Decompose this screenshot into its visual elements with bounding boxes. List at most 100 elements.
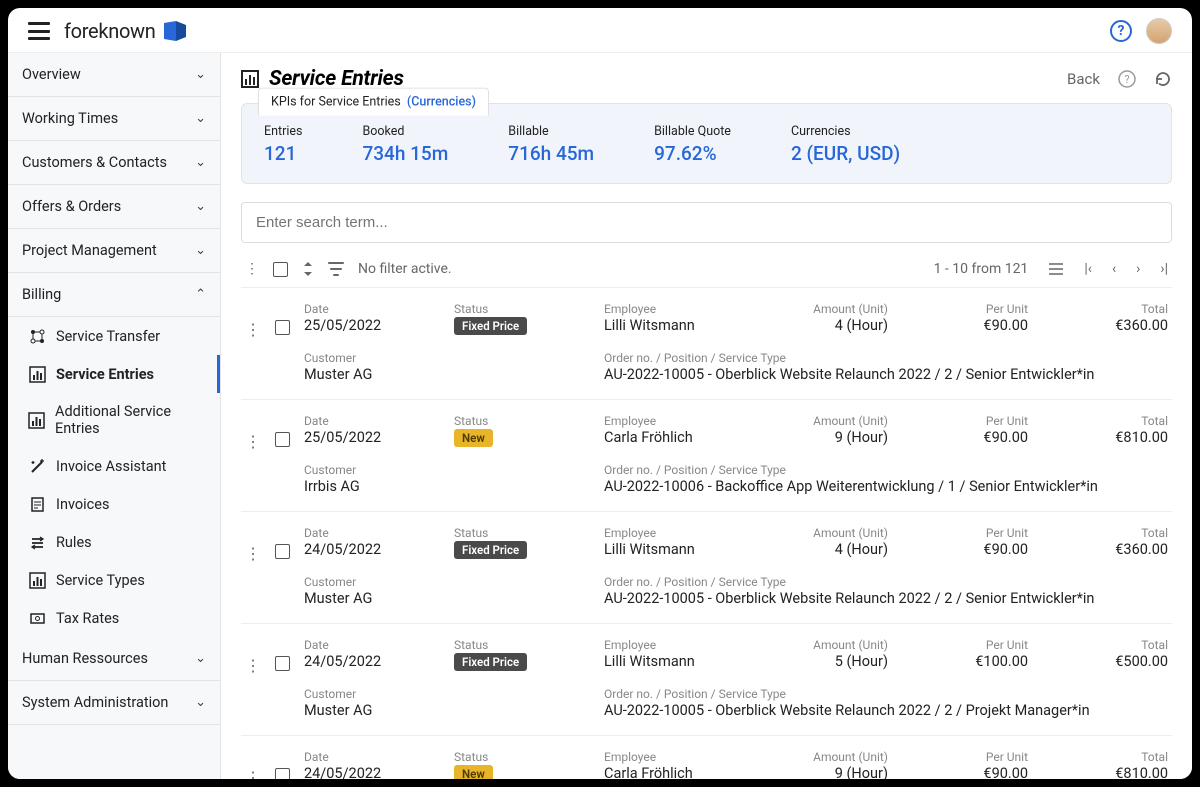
customer-value: Muster AG	[304, 366, 594, 383]
help-icon[interactable]: ?	[1110, 20, 1132, 42]
more-icon[interactable]: ⋮	[245, 261, 259, 277]
transfer-icon	[28, 327, 46, 345]
per-unit-value: €90.00	[898, 429, 1028, 446]
filter-icon[interactable]	[328, 262, 344, 276]
kpi-label: Billable Quote	[654, 124, 731, 139]
customer-value: Muster AG	[304, 590, 594, 607]
sidebar-group-label: System Administration	[22, 694, 168, 711]
date-label: Date	[304, 750, 444, 764]
bars-icon	[28, 365, 46, 383]
date-value: 24/05/2022	[304, 541, 444, 558]
chevron-down-icon: ⌄	[195, 67, 206, 82]
sidebar-group[interactable]: Offers & Orders ⌄	[8, 185, 220, 229]
row-more-icon[interactable]: ⋮	[245, 320, 261, 339]
chevron-down-icon: ⌄	[195, 243, 206, 258]
sidebar-item-label: Service Transfer	[56, 328, 160, 345]
entry-row: ⋮Date24/05/2022StatusFixed PriceEmployee…	[241, 511, 1172, 623]
first-page-icon[interactable]: |‹	[1084, 261, 1092, 277]
avatar[interactable]	[1146, 18, 1172, 44]
status-value: New	[454, 429, 594, 447]
kpi-tab[interactable]: KPIs for Service Entries (Currencies)	[258, 88, 489, 116]
sidebar-item[interactable]: Service Transfer	[8, 317, 220, 355]
sidebar-item-label: Invoices	[56, 496, 109, 513]
refresh-icon[interactable]	[1154, 70, 1172, 88]
status-label: Status	[454, 526, 594, 540]
date-value: 25/05/2022	[304, 429, 444, 446]
row-checkbox[interactable]	[275, 432, 290, 447]
sidebar-item[interactable]: Invoices	[8, 485, 220, 523]
employee-value: Lilli Witsmann	[604, 541, 748, 558]
prev-page-icon[interactable]: ‹	[1112, 261, 1116, 277]
chevron-down-icon: ⌄	[195, 199, 206, 214]
sidebar-group-label: Billing	[22, 286, 61, 303]
status-badge: New	[454, 429, 493, 447]
employee-value: Carla Fröhlich	[604, 765, 748, 779]
bars-icon	[241, 70, 259, 88]
sidebar-group[interactable]: Overview ⌄	[8, 53, 220, 97]
kpi-label: Booked	[362, 124, 448, 139]
customer-label: Customer	[304, 687, 594, 701]
sidebar-group-label: Overview	[22, 66, 81, 83]
sidebar-item[interactable]: Invoice Assistant	[8, 447, 220, 485]
wand-icon	[28, 457, 46, 475]
date-label: Date	[304, 302, 444, 316]
sidebar-group[interactable]: Human Ressources⌄	[8, 637, 220, 681]
sidebar-item-label: Rules	[56, 534, 92, 551]
kpi-currencies-link[interactable]: (Currencies)	[407, 95, 476, 110]
kpi-value: 734h 15m	[362, 142, 448, 165]
sidebar-group-label: Customers & Contacts	[22, 154, 167, 171]
sidebar-group[interactable]: Customers & Contacts⌄	[8, 141, 220, 185]
kpi-item: Billable716h 45m	[508, 124, 594, 165]
sidebar-group[interactable]: Billing⌃	[8, 273, 220, 317]
order-value: AU-2022-10005 - Oberblick Website Relaun…	[604, 702, 1168, 719]
sidebar-group[interactable]: Working Times⌄	[8, 97, 220, 141]
row-more-icon[interactable]: ⋮	[245, 656, 261, 675]
order-label: Order no. / Position / Service Type	[604, 351, 1168, 365]
next-page-icon[interactable]: ›	[1136, 261, 1140, 277]
last-page-icon[interactable]: ›|	[1160, 261, 1168, 277]
amount-value: 5 (Hour)	[758, 653, 888, 670]
sort-icon[interactable]	[302, 261, 314, 277]
row-more-icon[interactable]: ⋮	[245, 544, 261, 563]
help-icon[interactable]: ?	[1118, 70, 1136, 88]
kpi-panel: KPIs for Service Entries (Currencies) En…	[241, 103, 1172, 184]
kpi-label: Currencies	[791, 124, 900, 139]
menu-icon[interactable]	[28, 22, 50, 40]
sidebar-group[interactable]: Project Management⌄	[8, 229, 220, 273]
filter-status-text: No filter active.	[358, 261, 452, 277]
sidebar-group-label: Offers & Orders	[22, 198, 121, 215]
back-link[interactable]: Back	[1067, 70, 1100, 88]
customer-label: Customer	[304, 351, 594, 365]
sidebar-item[interactable]: Additional Service Entries	[8, 393, 220, 447]
row-checkbox[interactable]	[275, 656, 290, 671]
density-icon[interactable]	[1048, 262, 1064, 276]
page-range: 1 - 10 from 121	[934, 261, 1029, 277]
row-more-icon[interactable]: ⋮	[245, 432, 261, 451]
kpi-value: 121	[264, 142, 302, 165]
row-more-icon[interactable]: ⋮	[245, 768, 261, 779]
status-label: Status	[454, 414, 594, 428]
sidebar-item[interactable]: Service Entries	[8, 355, 220, 393]
amount-label: Amount (Unit)	[758, 750, 888, 764]
sidebar-item[interactable]: Service Types	[8, 561, 220, 599]
select-all-checkbox[interactable]	[273, 262, 288, 277]
amount-label: Amount (Unit)	[758, 526, 888, 540]
sidebar-item[interactable]: Rules	[8, 523, 220, 561]
total-value: €360.00	[1038, 317, 1168, 334]
total-value: €500.00	[1038, 653, 1168, 670]
kpi-value: 2 (EUR, USD)	[791, 142, 900, 165]
row-checkbox[interactable]	[275, 320, 290, 335]
chevron-down-icon: ⌄	[195, 695, 206, 710]
sidebar-group[interactable]: System Administration ⌄	[8, 681, 220, 725]
customer-value: Muster AG	[304, 702, 594, 719]
employee-value: Lilli Witsmann	[604, 317, 748, 334]
row-checkbox[interactable]	[275, 544, 290, 559]
search-input[interactable]	[241, 202, 1172, 243]
status-value: Fixed Price	[454, 317, 594, 335]
row-checkbox[interactable]	[275, 768, 290, 779]
employee-label: Employee	[604, 414, 748, 428]
sidebar-item[interactable]: Tax Rates	[8, 599, 220, 637]
kpi-tab-label: KPIs for Service Entries	[271, 95, 401, 110]
date-value: 25/05/2022	[304, 317, 444, 334]
amount-label: Amount (Unit)	[758, 638, 888, 652]
